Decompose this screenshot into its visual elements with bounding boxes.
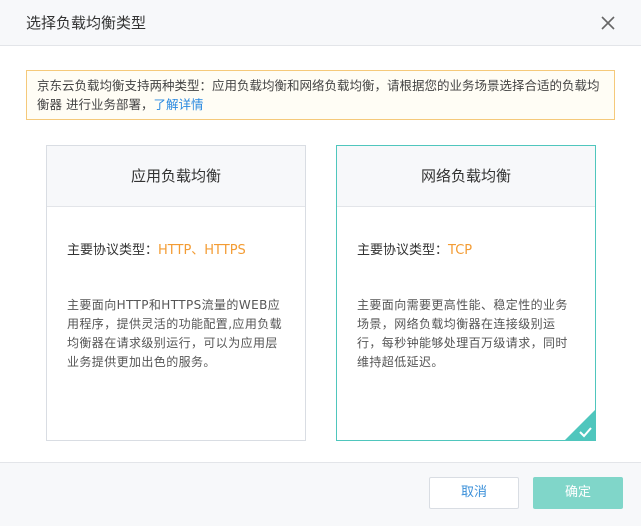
close-icon xyxy=(601,16,615,30)
dialog-header: 选择负载均衡类型 xyxy=(0,0,641,46)
card-description: 主要面向HTTP和HTTPS流量的WEB应用程序，提供灵活的功能配置,应用负载均… xyxy=(67,298,283,369)
protocol-value: TCP xyxy=(448,243,473,258)
protocol-line: 主要协议类型：HTTP、HTTPS xyxy=(67,242,246,260)
protocol-label: 主要协议类型： xyxy=(67,243,159,258)
card-title: 网络负载均衡 xyxy=(337,146,595,207)
protocol-value: HTTP、HTTPS xyxy=(158,243,246,258)
confirm-button[interactable]: 确定 xyxy=(533,477,623,509)
selected-check-icon xyxy=(565,410,595,440)
select-lb-type-dialog: 选择负载均衡类型 京东云负载均衡支持两种类型：应用负载均衡和网络负载均衡，请根据… xyxy=(0,0,641,526)
card-network-lb[interactable]: 网络负载均衡 主要协议类型：TCP 主要面向需要更高性能、稳定性的业务场景，网络… xyxy=(336,145,596,441)
dialog-footer: 取消 确定 xyxy=(0,462,641,526)
info-notice: 京东云负载均衡支持两种类型：应用负载均衡和网络负载均衡，请根据您的业务场景选择合… xyxy=(26,70,615,120)
card-application-lb[interactable]: 应用负载均衡 主要协议类型：HTTP、HTTPS 主要面向HTTP和HTTPS流… xyxy=(46,145,306,441)
cancel-button[interactable]: 取消 xyxy=(429,477,519,509)
learn-more-link[interactable]: 了解详情 xyxy=(153,97,203,112)
protocol-line: 主要协议类型：TCP xyxy=(357,242,472,260)
dialog-title: 选择负载均衡类型 xyxy=(26,14,147,32)
protocol-label: 主要协议类型： xyxy=(357,243,449,258)
card-title: 应用负载均衡 xyxy=(47,146,305,207)
card-description: 主要面向需要更高性能、稳定性的业务场景，网络负载均衡器在连接级别运行，每秒钟能够… xyxy=(357,298,568,369)
close-button[interactable] xyxy=(597,12,619,34)
notice-text: 京东云负载均衡支持两种类型：应用负载均衡和网络负载均衡，请根据您的业务场景选择合… xyxy=(37,78,600,112)
